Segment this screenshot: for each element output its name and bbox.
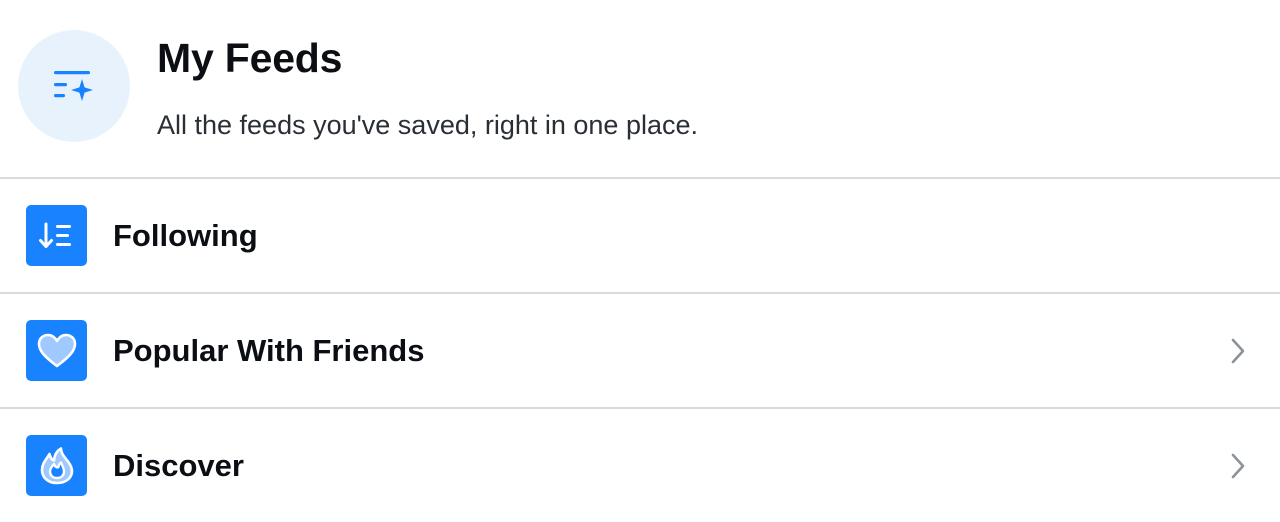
page-title: My Feeds (157, 35, 343, 81)
feed-item-label: Popular With Friends (113, 333, 425, 368)
feeds-sparkle-icon (18, 30, 130, 142)
chevron-right-icon[interactable] (1224, 335, 1252, 367)
chevron-right-icon[interactable] (1224, 450, 1252, 482)
feed-item-popular-with-friends[interactable]: Popular With Friends (0, 294, 1280, 407)
heart-icon (26, 320, 87, 381)
flame-icon (26, 435, 87, 496)
feed-item-label: Discover (113, 448, 244, 483)
page-subtitle: All the feeds you've saved, right in one… (157, 110, 698, 140)
feed-item-discover[interactable]: Discover (0, 409, 1280, 522)
my-feeds-header: My Feeds All the feeds you've saved, rig… (0, 0, 1280, 178)
feed-item-following[interactable]: Following (0, 179, 1280, 292)
feed-item-label: Following (113, 218, 258, 253)
following-sort-icon (26, 205, 87, 266)
